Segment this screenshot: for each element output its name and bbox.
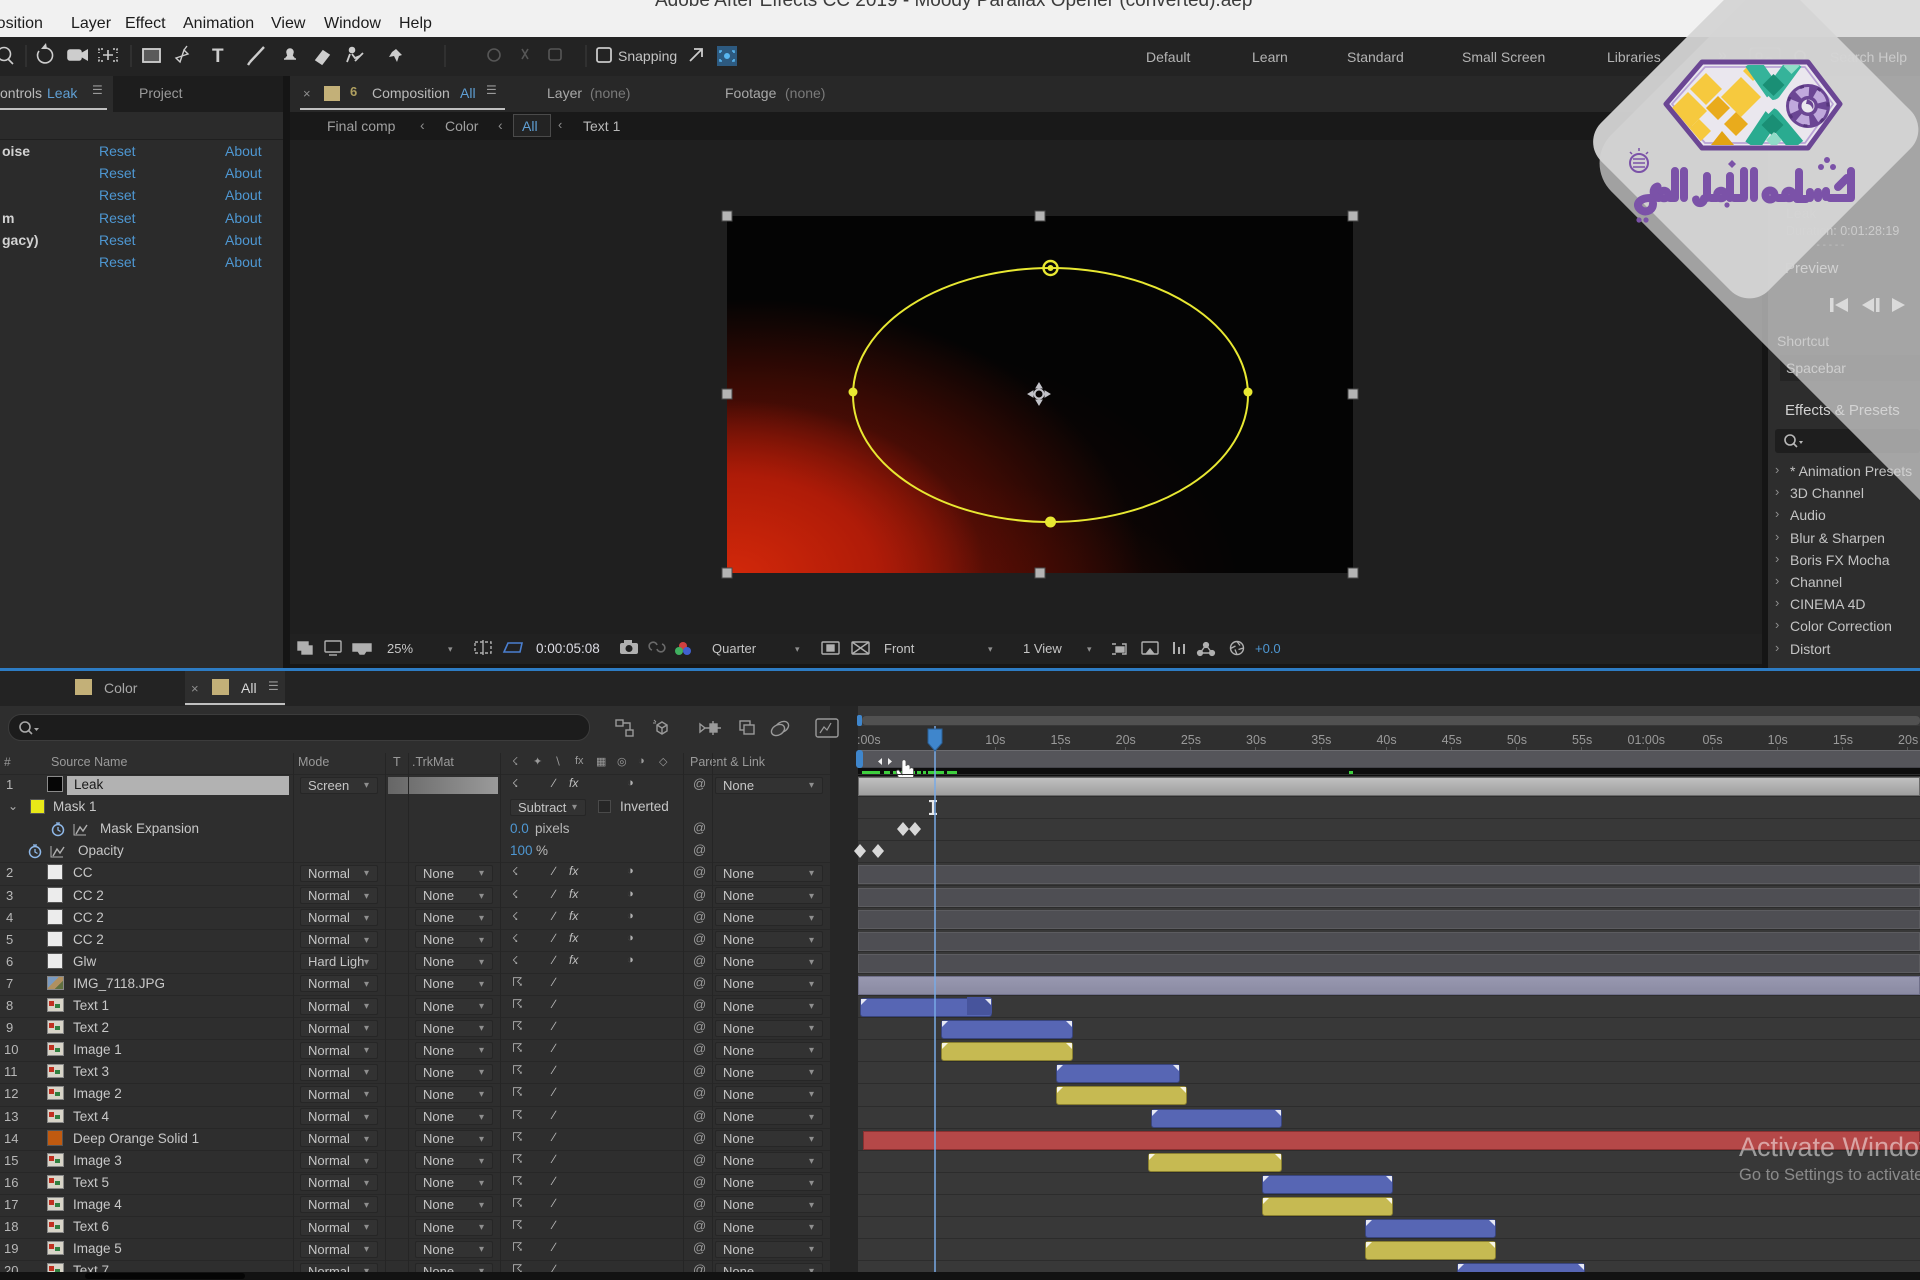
svg-text:▾: ▾ bbox=[448, 644, 453, 654]
svg-text:▾: ▾ bbox=[1087, 644, 1092, 654]
svg-text:T: T bbox=[212, 46, 224, 67]
svg-text:0:00:05:08: 0:00:05:08 bbox=[536, 641, 600, 656]
svg-text:Quarter: Quarter bbox=[712, 641, 757, 656]
svg-text:+0.0: +0.0 bbox=[1255, 641, 1281, 656]
svg-text:▾: ▾ bbox=[988, 644, 993, 654]
svg-text:1 View: 1 View bbox=[1023, 641, 1062, 656]
svg-text:▾: ▾ bbox=[795, 644, 800, 654]
svg-text:Front: Front bbox=[884, 641, 915, 656]
svg-text:25%: 25% bbox=[387, 641, 413, 656]
